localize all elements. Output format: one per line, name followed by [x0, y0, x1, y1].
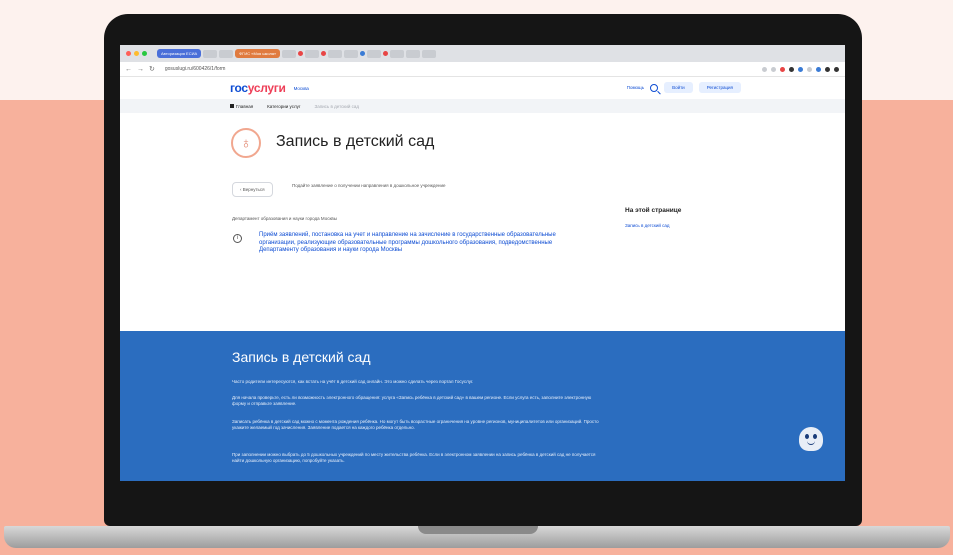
tab-mini[interactable] [328, 49, 343, 58]
back-button[interactable]: ‹ Вернуться [232, 182, 273, 197]
extension-icons [762, 66, 839, 72]
breadcrumb-home[interactable]: Главная [230, 103, 254, 109]
logo-part-main: гос [230, 81, 248, 95]
main-content: ♁ Запись в детский сад ‹ Вернуться Подай… [120, 113, 845, 290]
tab-school[interactable]: ФГИС «Моя школа» [235, 49, 281, 58]
tab-mini[interactable] [406, 49, 421, 58]
page-title: Запись в детский сад [276, 133, 435, 150]
assistant-eye [813, 434, 817, 439]
home-icon [230, 103, 234, 108]
logo-part-accent: услуги [247, 81, 286, 95]
tab-esia[interactable]: Авторизация ЕСИА [157, 49, 202, 58]
extension-icon[interactable] [798, 66, 803, 72]
info-section-title: Запись в детский сад [232, 349, 371, 365]
assistant-mouth [807, 441, 815, 445]
register-button[interactable]: Регистрация [698, 82, 741, 93]
site-header: госуслуги Москва Помощь Войти Регистраци… [120, 77, 845, 99]
tab-mini[interactable] [219, 49, 234, 58]
sidebar-title: На этой странице [625, 207, 682, 214]
browser-tabs: Авторизация ЕСИА ФГИС «Моя школа» [157, 49, 437, 58]
assistant-eye [805, 434, 809, 439]
extension-icon[interactable] [825, 66, 830, 72]
tab-favicon-icon[interactable] [383, 51, 389, 56]
header-actions: Помощь Войти Регистрация [627, 82, 741, 93]
url-field[interactable]: gosuslugi.ru/600426/1/form [165, 66, 226, 72]
service-subtitle: Подайте заявление о получении направлени… [292, 183, 446, 188]
forward-arrow-icon[interactable]: → [137, 66, 144, 73]
robot-assistant-icon[interactable] [799, 427, 823, 451]
breadcrumb-current: Запись в детский сад [314, 103, 360, 109]
service-link[interactable]: Приём заявлений, постановка на учет и на… [259, 232, 587, 255]
laptop-screen: Авторизация ЕСИА ФГИС «Моя школа» ← → ↻ … [120, 45, 845, 481]
department-name: Департамент образования и науки города М… [232, 216, 338, 221]
info-icon: i [233, 234, 242, 243]
tab-favicon-icon[interactable] [321, 51, 327, 56]
browser-tab-bar: Авторизация ЕСИА ФГИС «Моя школа» [120, 45, 845, 62]
back-arrow-icon[interactable]: ← [125, 66, 132, 73]
extension-icon[interactable] [807, 66, 812, 72]
extension-icon[interactable] [762, 66, 767, 72]
close-window-icon[interactable] [126, 51, 131, 56]
browser-address-bar: ← → ↻ gosuslugi.ru/600426/1/form [120, 62, 845, 77]
extension-icon[interactable] [780, 66, 785, 72]
window-controls[interactable] [126, 51, 147, 56]
kindergarten-icon: ♁ [231, 128, 261, 158]
login-button[interactable]: Войти [664, 82, 693, 93]
profile-avatar-icon[interactable] [834, 66, 839, 72]
info-section: Запись в детский сад Часто родители инте… [120, 331, 845, 481]
tab-favicon-icon[interactable] [298, 51, 304, 56]
breadcrumb-category[interactable]: Категории услуг [267, 104, 300, 109]
search-icon[interactable] [650, 83, 659, 92]
info-paragraph: Записать ребёнка в детский сад можно с м… [232, 419, 599, 430]
tab-mini[interactable] [422, 49, 437, 58]
gosuslugi-logo[interactable]: госуслуги [230, 81, 286, 95]
extension-icon[interactable] [789, 66, 794, 72]
tab-mini[interactable] [390, 49, 405, 58]
tab-mini[interactable] [282, 49, 297, 58]
laptop-notch [418, 526, 538, 534]
region-selector[interactable]: Москва [294, 86, 309, 91]
breadcrumb: Главная Категории услуг Запись в детский… [120, 99, 845, 113]
back-button-label: Вернуться [242, 187, 265, 192]
tab-mini[interactable] [367, 49, 382, 58]
help-link[interactable]: Помощь [627, 85, 644, 90]
tab-mini[interactable] [203, 49, 218, 58]
info-paragraph: Для начала проверьте, есть ли возможност… [232, 395, 592, 406]
minimize-window-icon[interactable] [134, 51, 139, 56]
info-paragraph: При заполнении можно выбрать до 5 дошкол… [232, 452, 596, 463]
tab-mini[interactable] [305, 49, 320, 58]
reload-icon[interactable]: ↻ [149, 65, 155, 73]
tab-favicon-icon[interactable] [360, 51, 366, 56]
maximize-window-icon[interactable] [142, 51, 147, 56]
info-paragraph: Часто родители интересуются, как встать … [232, 379, 474, 384]
breadcrumb-home-label: Главная [236, 103, 254, 109]
extension-icon[interactable] [816, 66, 821, 72]
sidebar-anchor-link[interactable]: Запись в детский сад [625, 223, 670, 228]
extension-icon[interactable] [771, 66, 776, 72]
tab-mini[interactable] [344, 49, 359, 58]
